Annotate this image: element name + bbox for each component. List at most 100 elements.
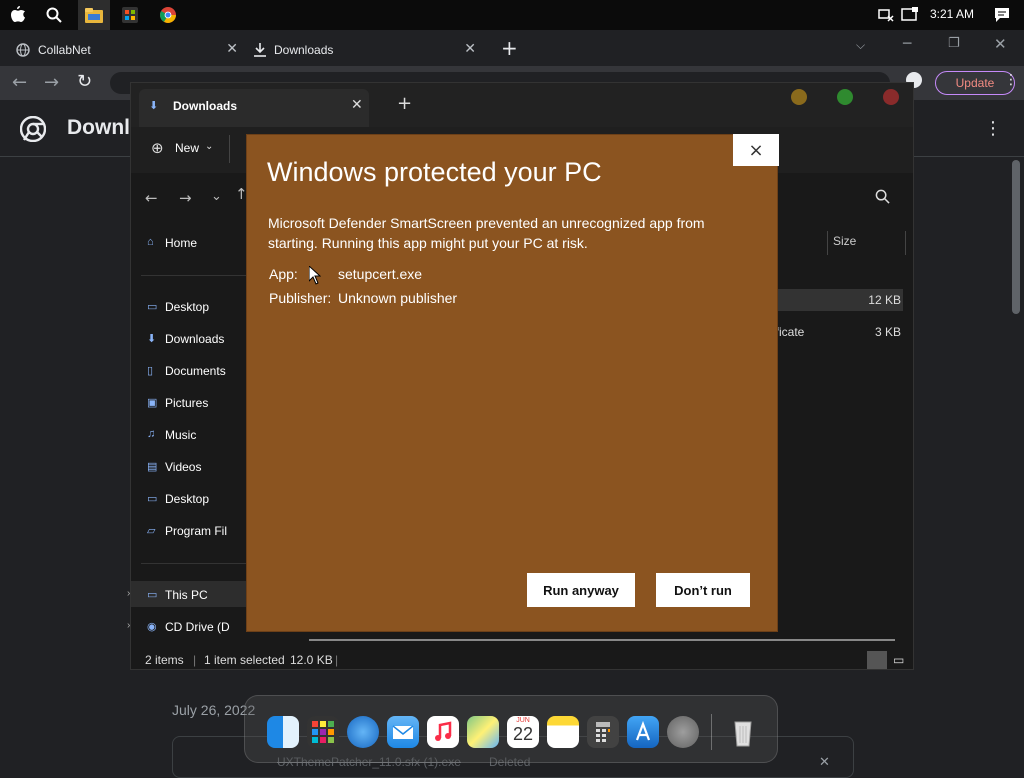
nav-item-downloads[interactable]: ⬇ Downloads [147, 332, 224, 346]
calculator-icon[interactable] [587, 716, 619, 748]
file-size: 3 KB [874, 325, 901, 339]
close-window-icon[interactable]: ✕ [994, 35, 1007, 53]
tab-downloads[interactable]: Downloads ✕ [254, 34, 484, 66]
publisher-value: Unknown publisher [338, 290, 458, 306]
new-explorer-tab-icon[interactable]: + [397, 93, 412, 114]
app-label: App: [269, 266, 298, 282]
close-explorer-tab-icon[interactable]: ✕ [351, 97, 363, 113]
update-button[interactable]: Update [935, 71, 1015, 95]
launchpad-icon[interactable] [307, 716, 339, 748]
maximize-dot-icon[interactable] [837, 89, 853, 105]
nav-item-pictures[interactable]: ▣ Pictures [147, 396, 208, 410]
run-anyway-button[interactable]: Run anyway [527, 573, 635, 607]
explorer-search-icon[interactable] [875, 189, 890, 208]
table-row[interactable]: 12 KB [771, 289, 903, 311]
display-icon[interactable] [900, 5, 920, 25]
nav-item-cd-drive[interactable]: › ◉ CD Drive (D [127, 620, 230, 634]
chat-icon[interactable] [992, 5, 1012, 25]
picture-icon: ▣ [147, 397, 158, 409]
dialog-message: Microsoft Defender SmartScreen prevented… [268, 215, 705, 251]
restore-icon[interactable]: ❐ [948, 36, 960, 51]
menu-dots-icon[interactable]: ⋮ [1004, 72, 1018, 88]
publisher-label: Publisher: [269, 290, 332, 306]
divider: | [193, 653, 197, 667]
dont-run-button[interactable]: Don’t run [656, 573, 750, 607]
dock: JUN 22 [244, 695, 778, 763]
file-explorer-icon[interactable] [78, 0, 110, 30]
desktop-icon: ▭ [147, 493, 158, 505]
notes-icon[interactable] [547, 716, 579, 748]
clock[interactable]: 3:21 AM [930, 7, 974, 21]
explorer-tab-downloads[interactable]: ⬇ Downloads ✕ [139, 89, 369, 127]
nav-item-home[interactable]: ⌂ Home [147, 236, 197, 250]
chrome-icon[interactable] [158, 5, 178, 25]
nav-item-desktop[interactable]: ▭ Desktop [147, 300, 209, 314]
new-tab-button[interactable]: + [501, 36, 518, 60]
reload-icon[interactable]: ↻ [77, 71, 92, 92]
folder-icon: ▱ [147, 525, 156, 537]
tab-search-icon[interactable]: ⌵ [856, 38, 865, 53]
page-menu-icon[interactable]: ⋮ [984, 118, 1002, 139]
expand-chevron-icon[interactable]: › [127, 620, 130, 631]
close-icon: × [748, 139, 764, 161]
calendar-icon[interactable]: JUN 22 [507, 716, 539, 748]
safari-icon[interactable] [347, 716, 379, 748]
new-button[interactable]: New [175, 141, 199, 155]
music-app-icon[interactable] [427, 716, 459, 748]
app-store-icon[interactable] [627, 716, 659, 748]
close-dialog-button[interactable]: × [733, 134, 779, 166]
globe-icon [16, 43, 30, 57]
download-icon: ⬇ [147, 333, 157, 345]
tiles-view-icon[interactable]: ▭ [893, 653, 904, 667]
minimize-icon[interactable]: ─ [903, 36, 911, 52]
browser-tab-strip: CollabNet ✕ Downloads ✕ + ⌵ ─ ❐ ✕ [0, 30, 1024, 66]
chevron-down-icon: ⌄ [205, 141, 214, 152]
tab-collabnet[interactable]: CollabNet ✕ [16, 34, 246, 66]
close-tab-icon[interactable]: ✕ [226, 40, 238, 57]
expand-chevron-icon[interactable]: › [127, 588, 130, 599]
column-divider [905, 231, 906, 255]
explorer-tab-label: Downloads [173, 99, 238, 113]
store-icon[interactable] [120, 5, 140, 25]
downloads-folder-icon: ⬇ [149, 99, 159, 112]
status-bar: 2 items | 1 item selected 12.0 KB | ▭ [131, 649, 913, 671]
notifications-off-icon[interactable] [876, 5, 896, 25]
dock-divider [711, 714, 712, 750]
divider: | [335, 653, 339, 667]
home-icon: ⌂ [147, 236, 154, 248]
nav-item-music[interactable]: ♫ Music [147, 428, 196, 442]
page-title: Downl [67, 116, 130, 139]
system-preferences-icon[interactable] [667, 716, 699, 748]
nav-item-documents[interactable]: ▯ Documents [147, 364, 226, 378]
forward-icon[interactable]: → [44, 72, 59, 93]
calendar-month: JUN [516, 717, 530, 724]
search-icon[interactable] [44, 5, 64, 25]
download-icon [254, 43, 266, 57]
maps-icon[interactable] [467, 716, 499, 748]
details-view-icon[interactable] [867, 651, 887, 669]
table-row[interactable]: ificate 3 KB [771, 321, 903, 343]
forward-icon[interactable]: → [179, 189, 192, 207]
back-icon[interactable]: ← [12, 72, 27, 93]
mail-icon[interactable] [387, 716, 419, 748]
finder-icon[interactable] [267, 716, 299, 748]
close-dot-icon[interactable] [883, 89, 899, 105]
app-value: setupcert.exe [338, 266, 423, 282]
close-tab-icon[interactable]: ✕ [464, 40, 476, 57]
horizontal-scrollbar[interactable] [309, 639, 895, 641]
minimize-dot-icon[interactable] [791, 89, 807, 105]
column-header-size[interactable]: Size [833, 234, 856, 248]
disc-icon: ◉ [147, 621, 157, 633]
nav-item-desktop-2[interactable]: ▭ Desktop [147, 492, 209, 506]
page-scrollbar[interactable] [1012, 160, 1020, 314]
nav-item-this-pc[interactable]: › ▭ This PC [127, 588, 208, 602]
trash-icon[interactable] [727, 716, 759, 748]
smartscreen-dialog: × Windows protected your PC Microsoft De… [246, 134, 779, 632]
chrome-logo-icon [19, 115, 47, 146]
recent-chevron-icon[interactable]: ⌄ [211, 189, 222, 204]
nav-item-videos[interactable]: ▤ Videos [147, 460, 201, 474]
music-icon: ♫ [147, 428, 156, 440]
back-icon[interactable]: ← [145, 189, 158, 207]
apple-icon[interactable] [8, 5, 28, 25]
nav-item-program-files[interactable]: ▱ Program Fil [147, 524, 227, 538]
